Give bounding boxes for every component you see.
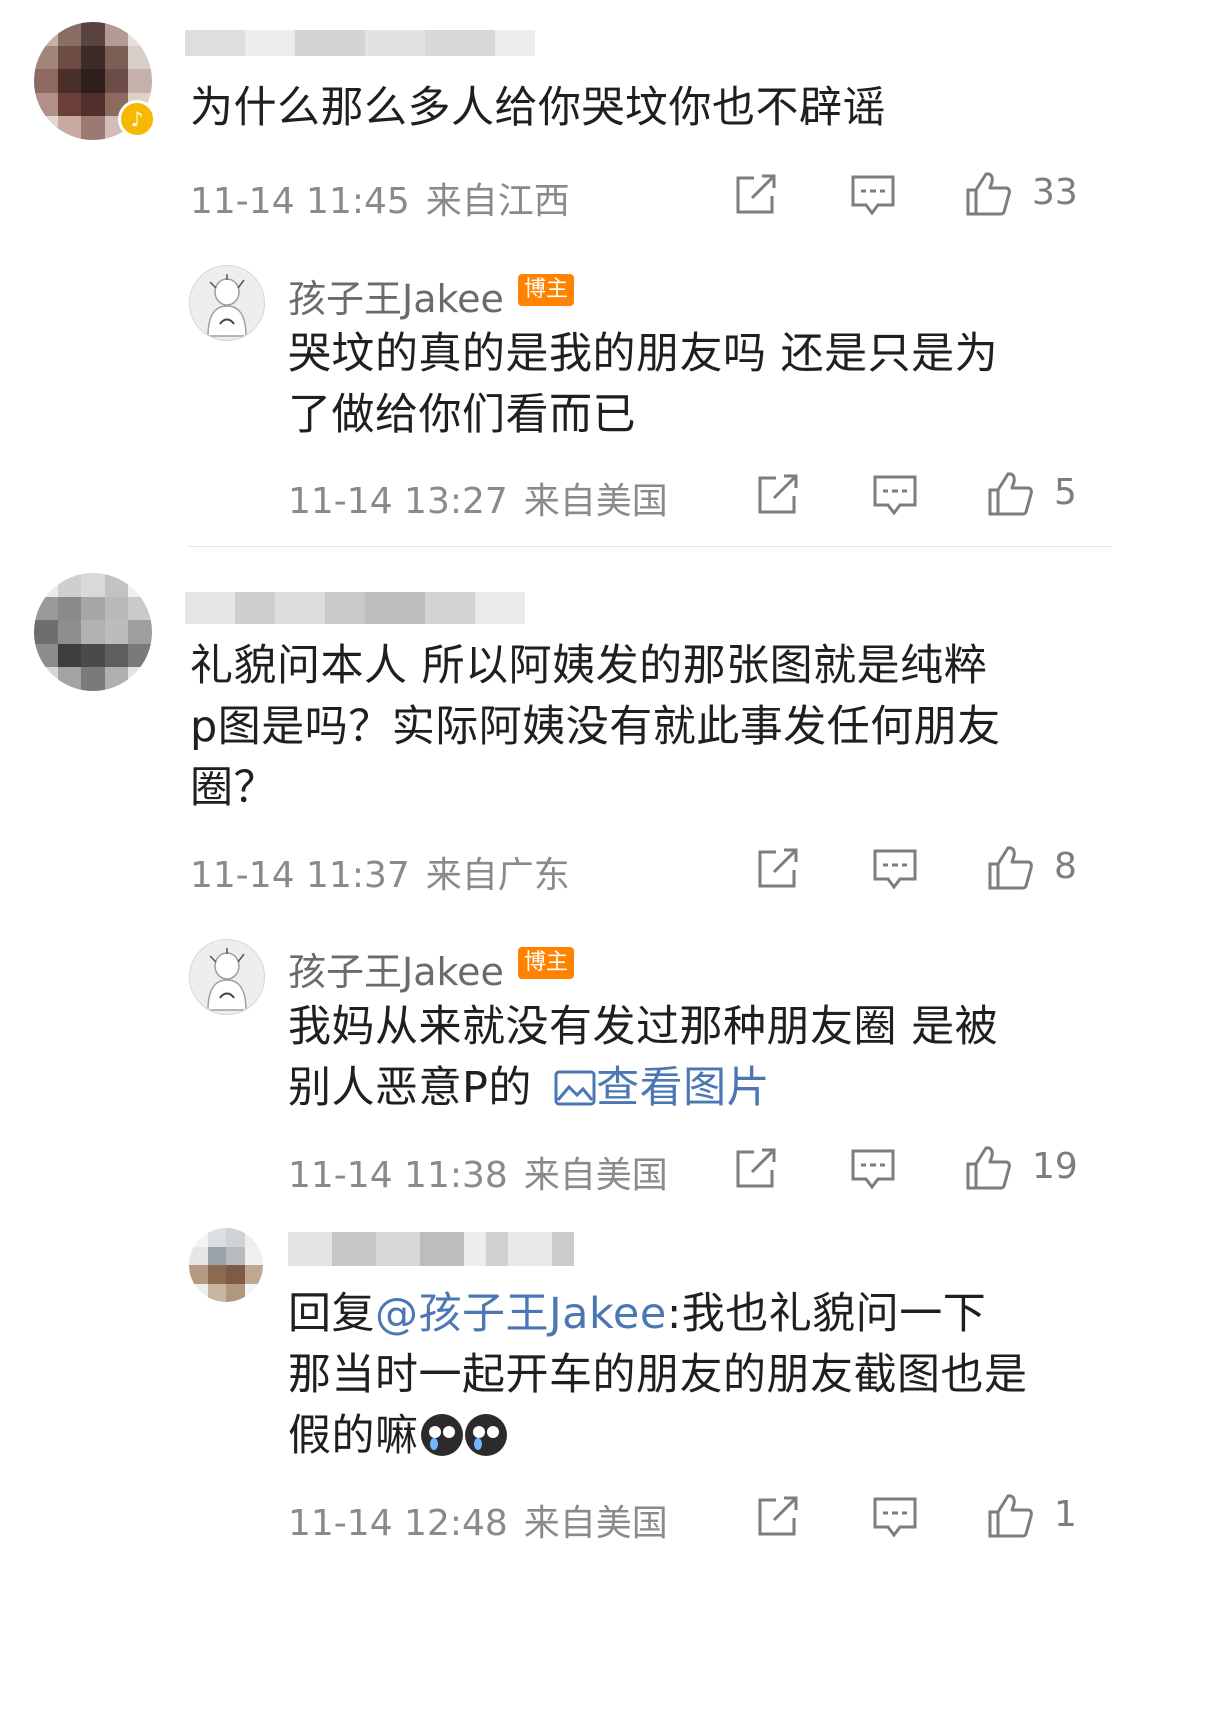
comment-icon[interactable] bbox=[850, 1148, 896, 1190]
like-count: 1 bbox=[1054, 1494, 1077, 1535]
like-icon[interactable] bbox=[986, 470, 1034, 518]
username-blurred[interactable] bbox=[185, 592, 525, 624]
comment-location: 来自广东 bbox=[425, 855, 570, 896]
reply-time: 11-14 11:38 bbox=[288, 1155, 508, 1196]
comment-text: 为什么那么多人给你哭坟你也不辟谣 bbox=[190, 83, 886, 133]
username-blurred[interactable] bbox=[288, 1232, 574, 1266]
avatar-figure-icon bbox=[207, 274, 247, 337]
reply-text-line3-wrap: 假的嘛 bbox=[288, 1406, 507, 1467]
comment-meta: 11-14 11:45 来自江西 bbox=[190, 172, 570, 224]
like-count: 33 bbox=[1032, 172, 1078, 213]
reply-text-line1: :我也礼貌问一下 bbox=[666, 1289, 987, 1339]
view-image-link[interactable]: 查看图片 bbox=[546, 1063, 770, 1113]
crying-emoji-icon bbox=[420, 1414, 463, 1456]
like-count: 8 bbox=[1054, 846, 1077, 887]
like-icon[interactable] bbox=[986, 844, 1034, 892]
comment-icon[interactable] bbox=[850, 174, 896, 216]
mention-link[interactable]: @孩子王Jakee bbox=[375, 1289, 667, 1339]
reply-location: 来自美国 bbox=[523, 481, 668, 522]
like-icon[interactable] bbox=[986, 1492, 1034, 1540]
avatar[interactable] bbox=[189, 265, 265, 341]
username-blurred[interactable] bbox=[185, 30, 535, 56]
like-icon[interactable] bbox=[964, 170, 1012, 218]
reply-time: 11-14 12:48 bbox=[288, 1503, 508, 1544]
like-count: 19 bbox=[1032, 1146, 1078, 1187]
reply-text-line1: 我妈从来就没有发过那种朋友圈 是被 bbox=[288, 1002, 999, 1052]
comment-icon[interactable] bbox=[872, 474, 918, 516]
like-icon[interactable] bbox=[964, 1144, 1012, 1192]
share-icon[interactable] bbox=[756, 1496, 800, 1538]
reply-text-line2: 了做给你们看而已 bbox=[288, 390, 636, 440]
comment-icon[interactable] bbox=[872, 1496, 918, 1538]
divider bbox=[188, 546, 1112, 547]
reply-username[interactable]: 孩子王Jakee bbox=[288, 941, 504, 996]
view-image-label[interactable]: 查看图片 bbox=[596, 1063, 770, 1113]
reply-username[interactable]: 孩子王Jakee bbox=[288, 268, 504, 323]
reply-meta: 11-14 12:48 来自美国 bbox=[288, 1494, 668, 1546]
comment-icon[interactable] bbox=[872, 848, 918, 890]
reply-text-line3: 假的嘛 bbox=[288, 1411, 419, 1461]
reply-location: 来自美国 bbox=[523, 1503, 668, 1544]
reply-meta: 11-14 11:38 来自美国 bbox=[288, 1146, 668, 1198]
reply-meta: 11-14 13:27 来自美国 bbox=[288, 472, 668, 524]
like-count: 5 bbox=[1054, 472, 1077, 513]
avatar[interactable] bbox=[189, 939, 265, 1015]
author-tag: 博主 bbox=[518, 947, 575, 979]
avatar[interactable] bbox=[34, 573, 152, 691]
reply-text-line2-wrap: 别人恶意P的 查看图片 bbox=[288, 1058, 770, 1119]
reply-prefix: 回复 bbox=[288, 1289, 375, 1339]
image-icon bbox=[554, 1070, 596, 1106]
reply-text-line1: 哭坟的真的是我的朋友吗 还是只是为 bbox=[288, 329, 999, 379]
share-icon[interactable] bbox=[734, 1148, 778, 1190]
share-icon[interactable] bbox=[734, 174, 778, 216]
crying-emoji-icon bbox=[464, 1414, 507, 1456]
reply-text-line2: 别人恶意P的 bbox=[288, 1063, 532, 1113]
comment-text-line1: 礼貌问本人 所以阿姨发的那张图就是纯粹 bbox=[190, 641, 988, 691]
comment-text-line3: 圈？ bbox=[190, 763, 277, 813]
avatar-figure-icon bbox=[207, 948, 247, 1011]
reply-time: 11-14 13:27 bbox=[288, 481, 508, 522]
comment-time: 11-14 11:45 bbox=[190, 181, 410, 222]
avatar[interactable] bbox=[189, 1228, 263, 1302]
comment-text-line2: p图是吗？实际阿姨没有就此事发任何朋友 bbox=[190, 702, 1001, 752]
share-icon[interactable] bbox=[756, 474, 800, 516]
comment-meta: 11-14 11:37 来自广东 bbox=[190, 846, 570, 898]
reply-text-line2: 那当时一起开车的朋友的朋友截图也是 bbox=[288, 1350, 1028, 1400]
reply-text-line1-wrap: 回复@孩子王Jakee:我也礼貌问一下 bbox=[288, 1284, 986, 1345]
author-tag: 博主 bbox=[518, 274, 575, 306]
share-icon[interactable] bbox=[756, 848, 800, 890]
comment-time: 11-14 11:37 bbox=[190, 855, 410, 896]
comment-location: 来自江西 bbox=[425, 181, 570, 222]
verified-badge-icon: ♪ bbox=[118, 100, 156, 138]
reply-location: 来自美国 bbox=[523, 1155, 668, 1196]
